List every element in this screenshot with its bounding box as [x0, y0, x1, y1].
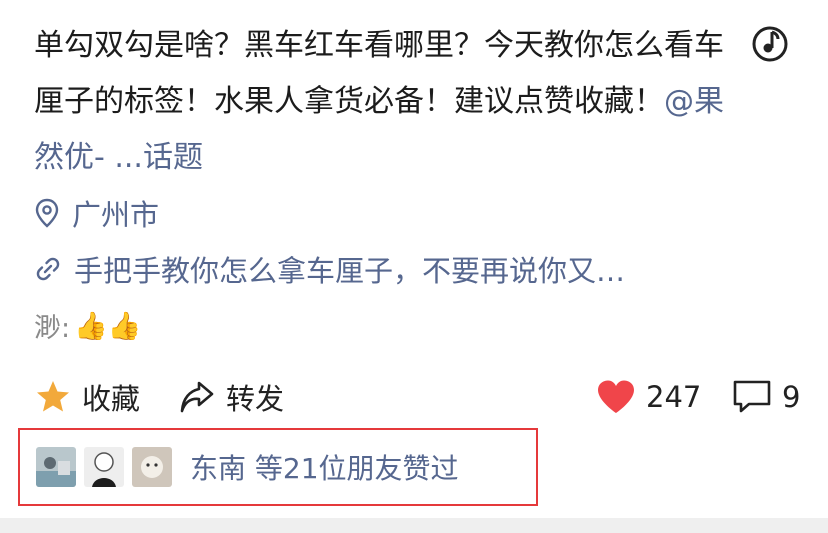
topic-link[interactable]: 话题 — [143, 140, 203, 175]
like-button[interactable]: 247 — [596, 372, 701, 422]
reaction-row: 渺: 👍👍 — [34, 306, 141, 345]
avatar[interactable] — [132, 447, 172, 487]
post-text: 单勾双勾是啥？黑车红车看哪里？今天教你怎么看车厘子的标签！水果人拿货必备！建议点… — [34, 28, 724, 119]
favorite-label: 收藏 — [82, 382, 141, 416]
star-icon — [37, 381, 69, 412]
post-description: 单勾双勾是啥？黑车红车看哪里？今天教你怎么看车厘子的标签！水果人拿货必备！建议点… — [34, 18, 734, 186]
location-label: 广州市 — [72, 198, 160, 232]
forward-label: 转发 — [226, 382, 285, 416]
thumbs-up-icon: 👍👍 — [74, 310, 142, 342]
heart-icon — [598, 380, 634, 413]
comment-button[interactable]: 9 — [732, 372, 800, 422]
forward-button[interactable]: 转发 — [178, 372, 284, 422]
avatar[interactable] — [84, 447, 124, 487]
liked-by-friends[interactable]: 东南 等21位朋友赞过 — [18, 428, 538, 506]
avatar[interactable] — [36, 447, 76, 487]
divider — [0, 518, 828, 533]
comment-count: 9 — [782, 380, 801, 414]
share-arrow-icon — [180, 381, 214, 413]
liked-by-text: 东南 等21位朋友赞过 — [190, 452, 459, 485]
favorite-button[interactable]: 收藏 — [34, 372, 140, 422]
location-row[interactable]: 广州市 — [34, 192, 159, 234]
like-count: 247 — [646, 380, 702, 414]
action-bar: 收藏 转发 247 9 — [34, 372, 800, 422]
link-icon — [36, 257, 60, 281]
reaction-label: 渺: — [34, 313, 71, 344]
related-link-label: 手把手教你怎么拿车厘子，不要再说你又… — [74, 254, 626, 288]
comment-bubble-icon — [733, 380, 771, 413]
music-note-icon[interactable] — [750, 24, 790, 64]
related-link-row[interactable]: 手把手教你怎么拿车厘子，不要再说你又… — [34, 248, 625, 290]
location-pin-icon — [35, 198, 59, 228]
